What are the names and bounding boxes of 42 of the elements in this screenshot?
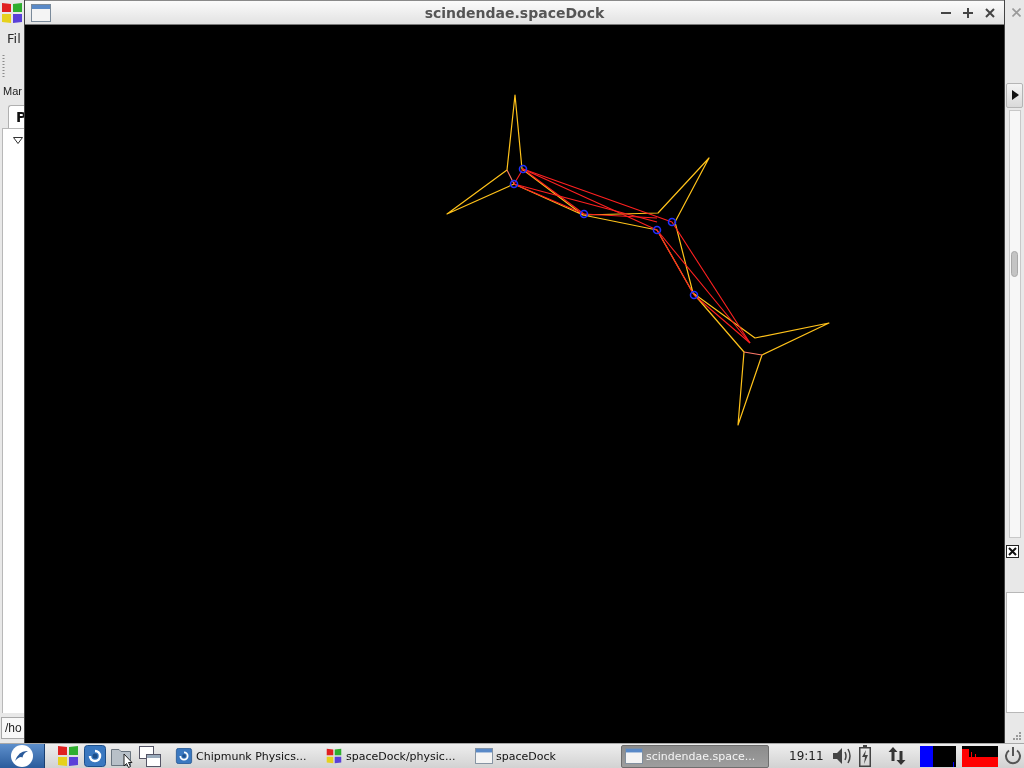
joint-marker-icon — [579, 209, 589, 219]
network-icon[interactable] — [887, 747, 906, 765]
panel-label: Mar — [3, 84, 22, 98]
menu-item[interactable]: Fil — [0, 30, 21, 47]
joint-marker-icon — [518, 164, 528, 174]
windows-icon[interactable] — [139, 745, 161, 767]
window-icon — [475, 748, 493, 764]
window-icon — [625, 748, 643, 764]
right-arrow-icon — [1012, 90, 1019, 100]
battery-icon[interactable] — [858, 745, 871, 767]
start-logo-icon — [11, 745, 33, 767]
window-title: scindendae.spaceDock — [424, 4, 605, 21]
swirl-icon — [175, 748, 193, 764]
joint-marker-icon — [667, 217, 677, 227]
resize-grip-icon[interactable] — [1011, 730, 1021, 740]
minimize-icon[interactable] — [941, 11, 951, 14]
spring-line — [743, 351, 763, 356]
toolbar-grip-icon[interactable] — [2, 55, 5, 77]
task-button[interactable]: spaceDock/physic... — [321, 744, 469, 768]
window-icon — [31, 3, 51, 22]
joint-marker-icon — [652, 225, 662, 235]
usage-graph[interactable] — [961, 745, 998, 767]
arrow-button[interactable] — [1006, 82, 1023, 108]
tiles-icon[interactable] — [57, 745, 79, 767]
joint-marker-icon — [509, 179, 519, 189]
task-button[interactable]: Chipmunk Physics... — [171, 744, 319, 768]
tiles-icon — [1, 1, 23, 24]
start-button[interactable] — [0, 744, 45, 768]
joint-marker-icon — [689, 290, 699, 300]
maximize-icon[interactable] — [963, 7, 973, 18]
clock[interactable]: 19:11 — [789, 749, 824, 763]
close-icon[interactable] — [985, 7, 995, 18]
task-button[interactable]: spaceDock — [471, 744, 619, 768]
close-icon[interactable] — [1006, 545, 1019, 558]
scrollbar-thumb[interactable] — [1011, 251, 1018, 277]
swirl-icon[interactable] — [84, 745, 106, 767]
power-icon[interactable] — [1003, 747, 1022, 765]
tiles-icon — [325, 748, 343, 764]
volume-icon[interactable] — [831, 747, 852, 765]
usage-graph[interactable] — [919, 745, 956, 767]
expander-icon[interactable] — [13, 137, 23, 144]
path-field[interactable]: /ho — [1, 717, 24, 739]
